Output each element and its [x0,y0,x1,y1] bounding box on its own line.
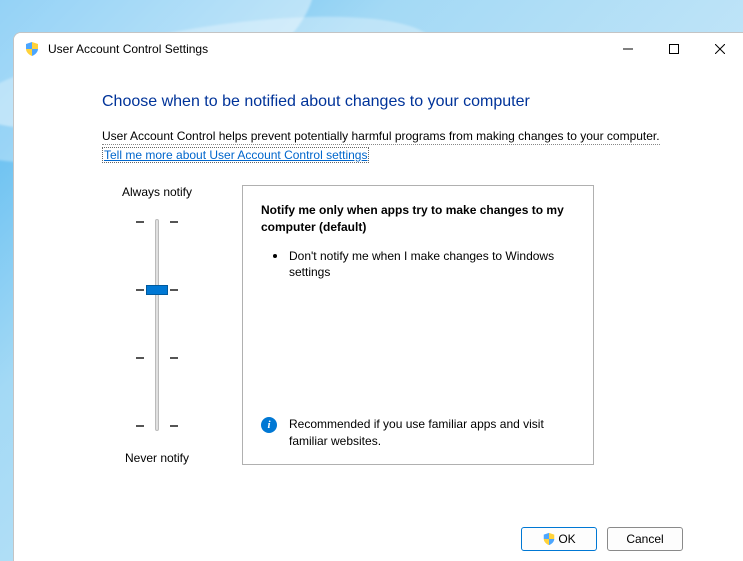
bullet-icon [273,254,277,258]
slider-label-never: Never notify [125,451,189,465]
slider-tick [170,357,178,359]
recommendation-text: Recommended if you use familiar apps and… [289,416,575,450]
setting-description-panel: Notify me only when apps try to make cha… [242,185,594,465]
dialog-content: Choose when to be notified about changes… [14,65,743,561]
ok-button[interactable]: OK [521,527,597,551]
info-icon: i [261,417,277,433]
uac-shield-icon [542,532,556,546]
notification-slider[interactable] [132,215,182,435]
titlebar[interactable]: User Account Control Settings [14,33,743,65]
help-link[interactable]: Tell me more about User Account Control … [102,147,369,163]
setting-bullet: Don't notify me when I make changes to W… [261,248,575,282]
cancel-button-label: Cancel [626,532,663,546]
close-button[interactable] [697,33,743,65]
setting-bullet-text: Don't notify me when I make changes to W… [289,248,575,282]
description-text: User Account Control helps prevent poten… [102,129,660,145]
slider-tick [136,425,144,427]
minimize-button[interactable] [605,33,651,65]
slider-tick [136,289,144,291]
window-title: User Account Control Settings [48,42,605,56]
slider-tick [170,425,178,427]
ok-button-label: OK [558,532,575,546]
dialog-window: User Account Control Settings Choose whe… [13,32,743,561]
setting-title: Notify me only when apps try to make cha… [261,202,575,236]
slider-tick [170,289,178,291]
recommendation-row: i Recommended if you use familiar apps a… [261,416,575,450]
maximize-button[interactable] [651,33,697,65]
slider-track [155,219,159,431]
slider-thumb[interactable] [146,285,168,295]
cancel-button[interactable]: Cancel [607,527,683,551]
notification-slider-group: Always notify Never notify [102,185,212,465]
slider-label-always: Always notify [122,185,192,199]
page-heading: Choose when to be notified about changes… [102,93,683,111]
uac-shield-icon [24,41,40,57]
dialog-buttons: OK Cancel [521,527,683,551]
slider-tick [136,221,144,223]
slider-tick [170,221,178,223]
slider-tick [136,357,144,359]
